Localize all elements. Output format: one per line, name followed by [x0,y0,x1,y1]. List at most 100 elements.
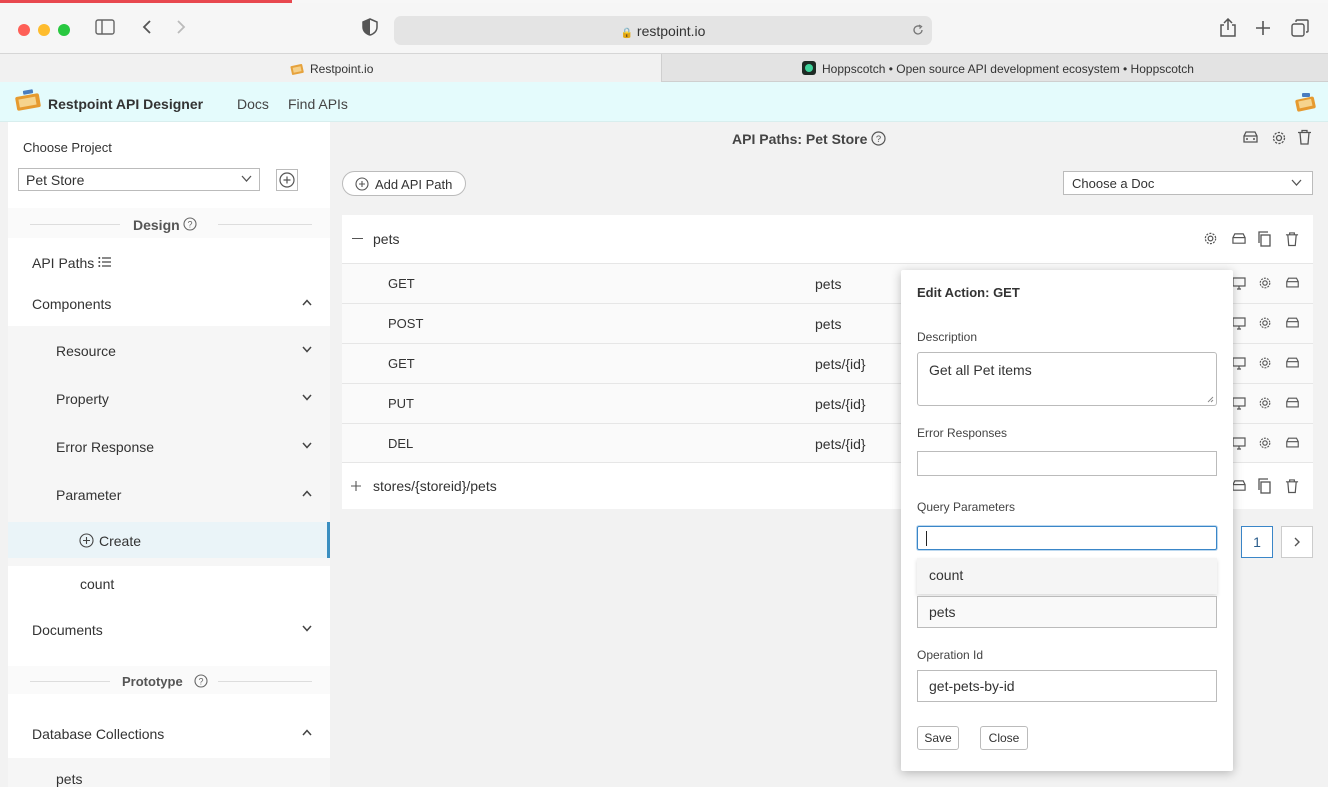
gear-icon[interactable] [1203,231,1218,246]
url-text: restpoint.io [636,23,706,39]
operation-id-input[interactable]: get-pets-by-id [917,670,1217,702]
svg-text:?: ? [187,220,192,230]
next-page-button[interactable] [1281,526,1313,558]
action-method: GET [388,356,415,371]
action-path: pets [815,316,842,332]
monitor-icon[interactable] [1232,436,1246,450]
gear-icon[interactable] [1271,130,1287,146]
zoom-window-button[interactable] [58,24,70,36]
resource-label: Resource [56,343,116,359]
project-panel [8,122,330,208]
minimize-window-button[interactable] [38,24,50,36]
nav-docs[interactable]: Docs [237,96,269,112]
forward-icon[interactable] [174,19,188,35]
sidebar-item-api-paths[interactable]: API Paths [32,255,94,271]
trash-icon[interactable] [1285,231,1299,247]
path-group-pets[interactable]: pets [342,215,1313,263]
help-icon[interactable]: ? [871,131,886,146]
text-cursor [926,531,927,546]
suggestion-count[interactable]: count [929,567,963,583]
tab-overview-icon[interactable] [1291,19,1309,37]
database-icon[interactable] [1285,276,1300,290]
row-actions [1232,276,1312,456]
save-button[interactable]: Save [917,726,959,750]
database-icon[interactable] [1242,130,1259,145]
back-icon[interactable] [140,19,154,35]
chevron-up-icon [302,729,312,736]
hoppscotch-favicon-icon [802,61,816,75]
description-textarea[interactable]: Get all Pet items [917,352,1217,406]
help-icon[interactable]: ? [194,674,208,688]
new-tab-icon[interactable] [1255,20,1271,36]
gear-icon[interactable] [1258,316,1272,330]
sidebar-item-resource[interactable]: Resource [8,326,330,374]
close-window-button[interactable] [18,24,30,36]
sidebar-item-count[interactable]: count [8,566,330,602]
path-group-label: stores/{storeid}/pets [373,478,497,494]
choose-doc-select[interactable]: Choose a Doc [1063,171,1313,195]
trash-icon[interactable] [1297,129,1312,145]
description-value: Get all Pet items [929,362,1032,378]
database-icon[interactable] [1231,232,1247,246]
sidebar-item-pets-collection[interactable]: pets [8,758,330,787]
plus-circle-icon [279,172,295,188]
pets-collection-label: pets [56,771,83,787]
database-icon[interactable] [1285,396,1300,410]
sidebar-toggle-icon[interactable] [95,19,115,35]
copy-icon[interactable] [1258,478,1272,494]
sidebar-item-components[interactable]: Components [8,282,330,326]
monitor-icon[interactable] [1232,356,1246,370]
collapse-icon[interactable] [352,238,363,239]
database-icon[interactable] [1231,479,1247,493]
trash-icon[interactable] [1285,478,1299,494]
database-icon[interactable] [1285,356,1300,370]
nav-find-apis[interactable]: Find APIs [288,96,348,112]
sidebar-item-error-response[interactable]: Error Response [8,422,330,470]
design-heading: Design [133,217,180,233]
chevron-right-icon [1294,537,1300,547]
database-icon[interactable] [1285,316,1300,330]
action-method: GET [388,276,415,291]
action-path: pets/{id} [815,436,866,452]
resource-input[interactable]: pets [917,596,1217,628]
lock-icon: 🔒 [620,28,634,39]
sidebar-item-create-parameter[interactable]: Create [8,522,330,558]
sidebar-item-parameter[interactable]: Parameter [8,470,330,522]
page-title: API Paths: Pet Store [732,131,868,147]
sidebar-item-property[interactable]: Property [8,374,330,422]
query-parameters-input[interactable] [917,526,1217,550]
gear-icon[interactable] [1258,276,1272,290]
gear-icon[interactable] [1258,396,1272,410]
close-button[interactable]: Close [980,726,1028,750]
sidebar-item-documents[interactable]: Documents [8,606,330,650]
popup-title: Edit Action: GET [917,285,1020,300]
resize-handle-icon[interactable] [1207,396,1214,403]
help-icon[interactable]: ? [183,217,197,231]
reload-icon[interactable] [912,24,924,36]
monitor-icon[interactable] [1232,276,1246,290]
action-method: DEL [388,436,414,451]
gear-icon[interactable] [1258,356,1272,370]
page-1-button[interactable]: 1 [1241,526,1273,558]
add-project-button[interactable] [276,169,298,191]
address-bar[interactable]: 🔒 restpoint.io [394,16,932,45]
sidebar-item-database-collections[interactable]: Database Collections [8,712,330,756]
user-avatar-icon[interactable] [1294,90,1318,114]
expand-icon[interactable] [350,480,362,492]
error-responses-input[interactable] [917,451,1217,476]
share-icon[interactable] [1219,18,1237,38]
privacy-shield-icon[interactable] [362,18,378,36]
project-select[interactable]: Pet Store [18,168,260,191]
chevron-down-icon [302,346,312,353]
restpoint-favicon-icon [290,61,304,75]
copy-icon[interactable] [1258,231,1272,247]
database-icon[interactable] [1285,436,1300,450]
gear-icon[interactable] [1258,436,1272,450]
tab-restpoint[interactable]: Restpoint.io [0,54,662,82]
choose-doc-placeholder: Choose a Doc [1072,176,1155,191]
monitor-icon[interactable] [1232,316,1246,330]
add-api-path-button[interactable]: Add API Path [342,171,466,196]
tab-label[interactable]: Hoppscotch • Open source API development… [822,62,1194,76]
monitor-icon[interactable] [1232,396,1246,410]
app-brand[interactable]: Restpoint API Designer [48,96,203,112]
